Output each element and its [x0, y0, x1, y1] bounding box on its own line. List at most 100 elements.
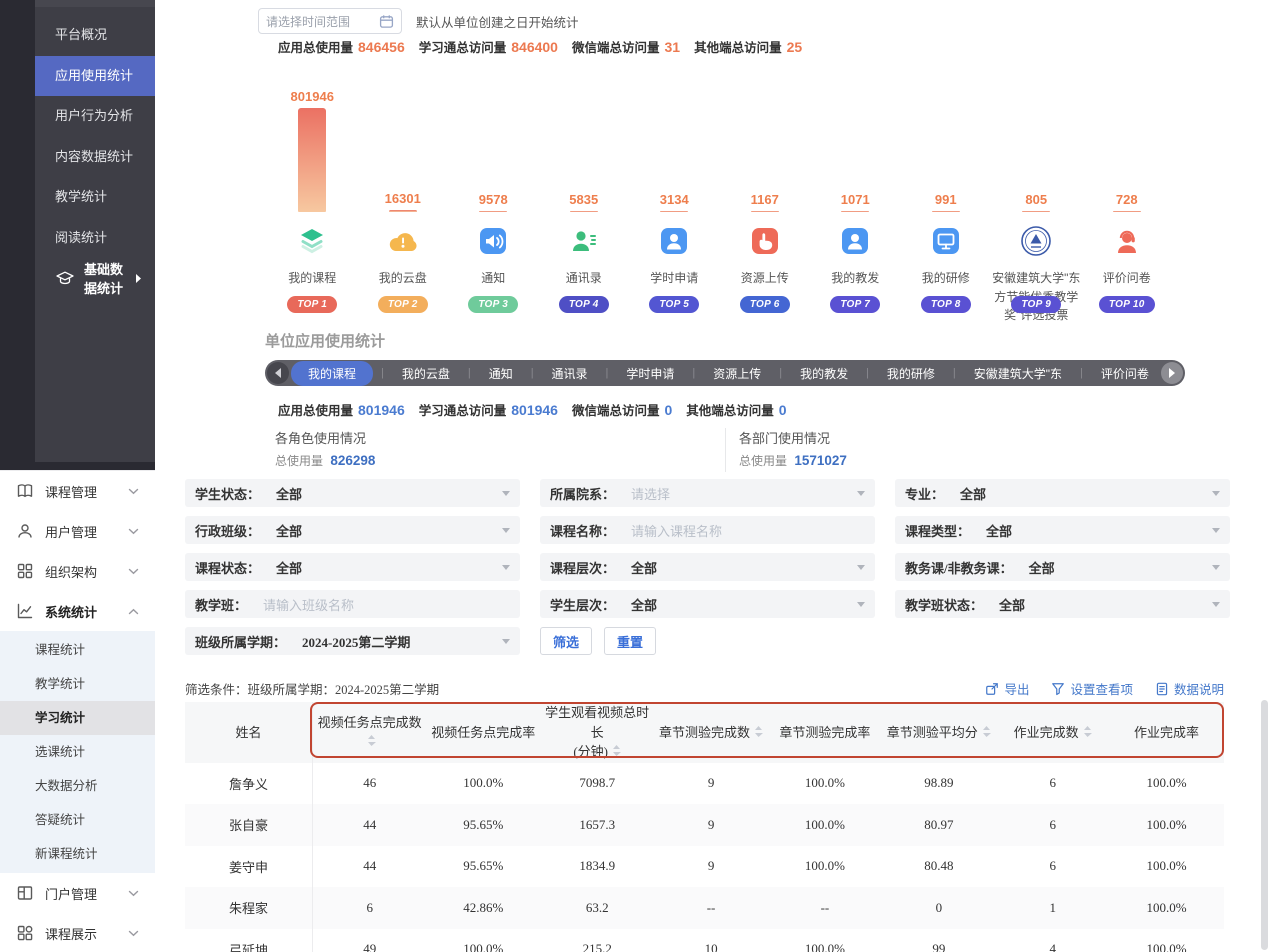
- sidebar-menu-item[interactable]: 用户管理: [0, 511, 155, 551]
- sidebar-item-base-data-statistics[interactable]: 基础数据统计: [35, 258, 155, 299]
- sidebar-dark-menu: 平台概况应用使用统计用户行为分析内容数据统计教学统计阅读统计基础数据统计: [35, 7, 155, 462]
- table-row: 张自豪4495.65%1657.39100.0%80.976100.0%: [185, 804, 1224, 846]
- bar-value-label: 9578: [479, 192, 508, 207]
- bar: [841, 211, 869, 212]
- data-cell: 46: [313, 763, 427, 805]
- reset-button[interactable]: 重置: [604, 627, 656, 655]
- filter-select[interactable]: 专业：全部: [895, 479, 1230, 507]
- filter-cell: 教学班： 请输入班级名称: [185, 590, 520, 618]
- app-name-label: 我的云盘: [357, 269, 449, 289]
- bar: [298, 108, 326, 212]
- sidebar-menu-label: 系统统计: [45, 602, 97, 621]
- sidebar-submenu-item[interactable]: 学习统计: [0, 701, 155, 735]
- total-usage-value: 1571027: [794, 453, 847, 468]
- app-tab[interactable]: 资源上传: [703, 361, 771, 386]
- sidebar-white-menu: 课程管理用户管理组织架构系统统计课程统计教学统计学习统计选课统计大数据分析答疑统…: [0, 470, 155, 952]
- sidebar-menu-item[interactable]: 课程展示: [0, 913, 155, 952]
- column-header[interactable]: 章节测验完成数: [654, 702, 768, 763]
- filter-input[interactable]: 教学班： 请输入班级名称: [185, 590, 520, 618]
- filter-form: 学生状态：全部所属院系：请选择专业：全部行政班级：全部课程名称：请输入课程名称课…: [185, 479, 1230, 655]
- sidebar-submenu-item[interactable]: 选课统计: [0, 735, 155, 769]
- app-name-label: 评价问卷: [1081, 269, 1173, 289]
- column-header[interactable]: 视频任务点完成数: [313, 702, 427, 763]
- dropdown-caret-icon: [1212, 565, 1220, 570]
- column-header[interactable]: 学生观看视频总时长(分钟): [540, 702, 654, 763]
- filter-button[interactable]: 筛选: [540, 627, 592, 655]
- settings-view-link[interactable]: 设置查看项: [1051, 679, 1133, 698]
- filter-placeholder: 请选择: [631, 484, 670, 503]
- app-tab[interactable]: 安徽建筑大学"东: [964, 361, 1072, 386]
- export-link[interactable]: 导出: [985, 679, 1029, 698]
- filter-cell: 班级所属学期：2024-2025第二学期: [185, 627, 520, 655]
- filter-value: 全部: [631, 558, 657, 577]
- app-tab[interactable]: 学时申请: [616, 361, 684, 386]
- sidebar-dark-item[interactable]: 阅读统计: [35, 218, 155, 259]
- filter-input[interactable]: 课程名称：请输入课程名称: [540, 516, 875, 544]
- filter-cell: 学生层次：全部: [540, 590, 875, 618]
- filter-select[interactable]: 学生层次：全部: [540, 590, 875, 618]
- notice-icon: [478, 224, 508, 258]
- filter-select[interactable]: 教务课/非教务课：全部: [895, 553, 1230, 581]
- app-tab[interactable]: 我的研修: [877, 361, 945, 386]
- app-tab[interactable]: 评价问卷: [1091, 361, 1159, 386]
- sidebar-menu-item[interactable]: 组织架构: [0, 551, 155, 591]
- column-header[interactable]: 作业完成数: [996, 702, 1110, 763]
- sidebar-dark-item[interactable]: 平台概况: [35, 15, 155, 56]
- sidebar-dark-item[interactable]: 教学统计: [35, 177, 155, 218]
- sidebar-dark-item[interactable]: 内容数据统计: [35, 137, 155, 178]
- filter-select[interactable]: 课程状态： 全部: [185, 553, 520, 581]
- bar: [660, 211, 688, 212]
- filter-value: 全部: [276, 558, 302, 577]
- date-range-input[interactable]: 请选择时间范围: [258, 8, 402, 34]
- data-cell: 100.0%: [1110, 804, 1224, 846]
- data-note-link[interactable]: 数据说明: [1155, 679, 1224, 698]
- filter-select[interactable]: 所属院系：请选择: [540, 479, 875, 507]
- column-header: 作业完成率: [1110, 702, 1224, 763]
- column-header[interactable]: 章节测验平均分: [882, 702, 996, 763]
- data-cell: 6: [996, 763, 1110, 805]
- sidebar-submenu-item[interactable]: 大数据分析: [0, 769, 155, 803]
- student-name-cell: 弓延坤: [185, 929, 313, 952]
- sidebar-submenu-item[interactable]: 教学统计: [0, 667, 155, 701]
- filter-placeholder: 请输入班级名称: [263, 595, 354, 614]
- sidebar-menu-item[interactable]: 门户管理: [0, 873, 155, 913]
- app-tab[interactable]: 通讯录: [542, 361, 598, 386]
- app-tab[interactable]: 通知: [479, 361, 523, 386]
- app-tab[interactable]: 我的课程: [291, 361, 373, 386]
- data-cell: 1657.3: [540, 804, 654, 846]
- filter-select[interactable]: 课程层次：全部: [540, 553, 875, 581]
- app-tab[interactable]: 我的教发: [790, 361, 858, 386]
- sidebar-submenu-item[interactable]: 课程统计: [0, 633, 155, 667]
- scrollbar-thumb[interactable]: [1261, 700, 1268, 950]
- app-tab[interactable]: 我的云盘: [392, 361, 460, 386]
- app-name-label: 资源上传: [719, 269, 811, 289]
- data-cell: 99: [882, 929, 996, 952]
- table-row: 朱程家642.86%63.2----01100.0%: [185, 887, 1224, 929]
- top-rank-badge: TOP 9: [1011, 296, 1061, 313]
- role-usage-panel: 各角色使用情况 总使用量 826298: [155, 428, 725, 472]
- filter-select[interactable]: 学生状态：全部: [185, 479, 520, 507]
- tabbar-prev-button[interactable]: [267, 362, 289, 384]
- filter-select[interactable]: 课程类型：全部: [895, 516, 1230, 544]
- sidebar-submenu-item[interactable]: 新课程统计: [0, 837, 155, 871]
- filter-select[interactable]: 行政班级：全部: [185, 516, 520, 544]
- filter-select[interactable]: 教学班状态：全部: [895, 590, 1230, 618]
- chevron-down-icon: [128, 528, 139, 535]
- filter-label: 课程状态：: [195, 558, 260, 577]
- filter-label: 教学班：: [195, 595, 247, 614]
- sidebar-menu-item[interactable]: 系统统计: [0, 591, 155, 631]
- sidebar-submenu-item[interactable]: 答疑统计: [0, 803, 155, 837]
- sidebar-dark-item[interactable]: 应用使用统计: [35, 56, 155, 97]
- column-header-label-line2: (分钟): [541, 742, 653, 762]
- filter-label: 课程类型：: [905, 521, 970, 540]
- contacts-icon: [569, 224, 599, 258]
- sidebar-dark-item[interactable]: 用户行为分析: [35, 96, 155, 137]
- filter-select[interactable]: 班级所属学期：2024-2025第二学期: [185, 627, 520, 655]
- page-scrollbar[interactable]: [1261, 0, 1268, 952]
- tabbar-next-button[interactable]: [1161, 362, 1183, 384]
- sidebar-menu-item[interactable]: 课程管理: [0, 471, 155, 511]
- student-name-cell: 张自豪: [185, 804, 313, 846]
- filter-value: 全部: [276, 521, 302, 540]
- data-cell: 100.0%: [768, 804, 882, 846]
- sidebar-menu-label: 课程管理: [45, 482, 97, 501]
